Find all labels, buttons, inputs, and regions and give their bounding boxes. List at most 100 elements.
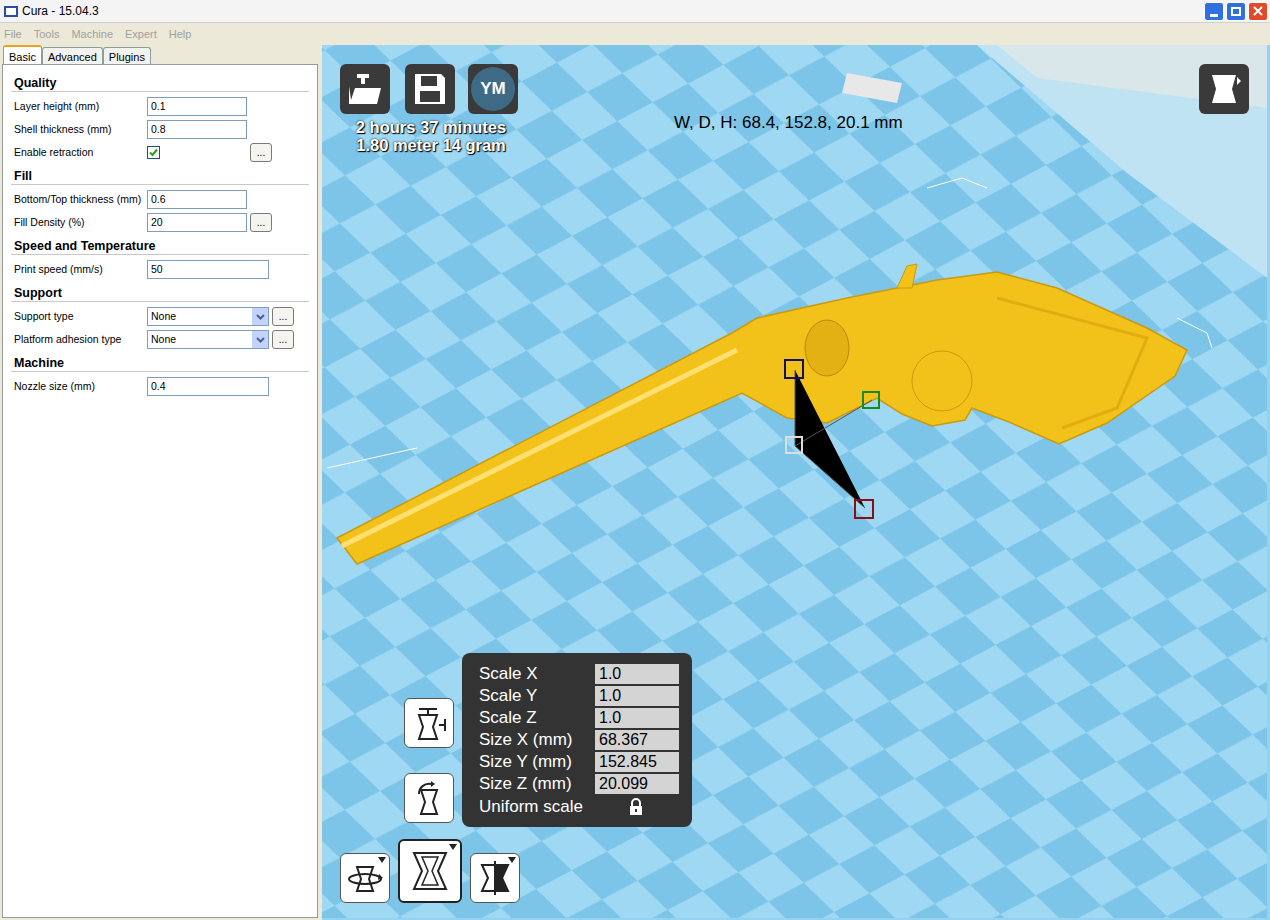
mirror-icon	[476, 859, 514, 897]
scale-input[interactable]: 1.0	[595, 664, 679, 684]
material-usage: 1.80 meter 14 gram	[356, 136, 506, 154]
more-button-label: ...	[257, 145, 265, 160]
scale-row: Scale Y1.0	[479, 685, 680, 707]
tab[interactable]: Basic	[3, 45, 42, 64]
setting-input[interactable]: 0.4	[147, 377, 269, 396]
setting-checkbox[interactable]	[147, 146, 160, 159]
select-value: None	[148, 309, 252, 325]
scale-tool-button[interactable]	[398, 839, 462, 903]
scale-input[interactable]: 1.0	[595, 708, 679, 728]
profile-label: YM	[480, 76, 506, 102]
lay-flat-icon	[411, 705, 447, 741]
setting-input[interactable]: 0.1	[147, 97, 247, 116]
scale-label: Scale Z	[479, 705, 595, 731]
scale-value: 152.845	[599, 750, 657, 774]
lock-closed-icon	[629, 798, 643, 816]
scale-value: 68.367	[599, 728, 648, 752]
tab[interactable]: Plugins	[103, 47, 151, 64]
reset-button[interactable]	[404, 773, 454, 823]
rotate-tool-button[interactable]	[340, 853, 390, 903]
tool-icon-wrap	[476, 859, 514, 897]
setting-label: Platform adhesion type	[14, 332, 147, 348]
view-mode-icon	[1206, 71, 1242, 107]
submenu-triangle-icon	[508, 857, 516, 863]
setting-select[interactable]: None	[147, 330, 269, 349]
lay-flat-button[interactable]	[404, 698, 454, 748]
setting-input[interactable]: 0.6	[147, 190, 247, 209]
load-button[interactable]	[340, 64, 390, 114]
tab-bar: Basic Advanced Plugins	[2, 45, 318, 64]
menu-item[interactable]: Help	[169, 26, 192, 43]
more-button[interactable]: ...	[250, 143, 272, 162]
section-title: Fill	[11, 168, 309, 185]
submenu-triangle-icon	[449, 844, 457, 850]
tab-label: Plugins	[109, 51, 145, 63]
scale-input[interactable]: 68.367	[595, 730, 679, 750]
setting-label: Layer height (mm)	[14, 99, 147, 115]
input-value: 50	[151, 262, 163, 278]
lock-toggle[interactable]	[627, 797, 645, 817]
minimize-icon	[1210, 14, 1218, 17]
setting-row: Layer height (mm)0.1	[3, 95, 317, 118]
section-title: Quality	[11, 75, 309, 92]
setting-label: Fill Density (%)	[14, 215, 147, 231]
menu-item[interactable]: Machine	[71, 26, 113, 43]
close-button[interactable]	[1248, 2, 1268, 21]
scale-input[interactable]: 152.845	[595, 752, 679, 772]
more-button[interactable]: ...	[272, 330, 294, 349]
settings-panel: Basic Advanced Plugins Quality Layer height …	[0, 45, 322, 920]
minimize-button[interactable]	[1204, 2, 1224, 21]
dropdown-arrow-icon	[252, 308, 268, 325]
setting-row: Support typeNone...	[3, 305, 317, 328]
tool-bar	[340, 839, 520, 903]
input-value: 0.6	[151, 192, 166, 208]
setting-row: Bottom/Top thickness (mm)0.6	[3, 188, 317, 211]
more-button-label: ...	[257, 215, 265, 230]
viewport[interactable]: YM2 hours 37 minutes1.80 meter 14 gramW,…	[322, 45, 1270, 920]
setting-select[interactable]: None	[147, 307, 269, 326]
section: QualityLayer height (mm)0.1Shell thickne…	[3, 75, 317, 164]
more-button[interactable]: ...	[250, 213, 272, 232]
tab-label: Advanced	[48, 51, 97, 63]
maximize-button[interactable]	[1226, 2, 1246, 21]
dropdown-arrow-icon	[252, 331, 268, 348]
scale-icon	[408, 849, 452, 893]
mirror-tool-button[interactable]	[470, 853, 520, 903]
scale-row: Size Y (mm)152.845	[479, 751, 680, 773]
scale-input[interactable]: 20.099	[595, 774, 679, 794]
setting-label: Nozzle size (mm)	[14, 379, 147, 395]
section-title: Support	[11, 285, 309, 302]
maximize-icon	[1231, 7, 1241, 16]
menu-item[interactable]: Tools	[34, 26, 60, 43]
menu-item[interactable]: File	[4, 26, 22, 43]
view-mode-button[interactable]	[1199, 64, 1249, 114]
more-button[interactable]: ...	[272, 307, 294, 326]
setting-row: Fill Density (%)20...	[3, 211, 317, 234]
title-bar: Cura - 15.04.3	[0, 0, 1270, 23]
scale-input[interactable]: 1.0	[595, 686, 679, 706]
tab[interactable]: Advanced	[42, 47, 103, 64]
check-icon	[149, 148, 158, 157]
section: Support Support typeNone... Platform adhes…	[3, 285, 317, 351]
submenu-triangle-icon	[378, 857, 386, 863]
more-button-label: ...	[279, 309, 287, 324]
app-icon	[4, 6, 18, 17]
profile-button[interactable]: YM	[468, 64, 518, 114]
input-value: 20	[151, 215, 163, 231]
setting-row: Shell thickness (mm)0.8	[3, 118, 317, 141]
setting-input[interactable]: 0.8	[147, 120, 247, 139]
more-button-label: ...	[279, 332, 287, 347]
setting-row: Enable retraction...	[3, 141, 317, 164]
rotate-icon	[346, 859, 384, 897]
save-button[interactable]	[405, 64, 455, 114]
section-title: Machine	[11, 355, 309, 372]
scale-label: Size Z (mm)	[479, 771, 595, 797]
scale-value: 20.099	[599, 772, 648, 796]
menu-item[interactable]: Expert	[125, 26, 157, 43]
uniform-scale-label: Uniform scale	[479, 794, 627, 820]
section: Speed and TemperaturePrint speed (mm/s)5…	[3, 238, 317, 281]
setting-label: Enable retraction	[14, 145, 147, 161]
setting-input[interactable]: 50	[147, 260, 269, 279]
setting-input[interactable]: 20	[147, 213, 247, 232]
scale-row: Size X (mm)68.367	[479, 729, 680, 751]
